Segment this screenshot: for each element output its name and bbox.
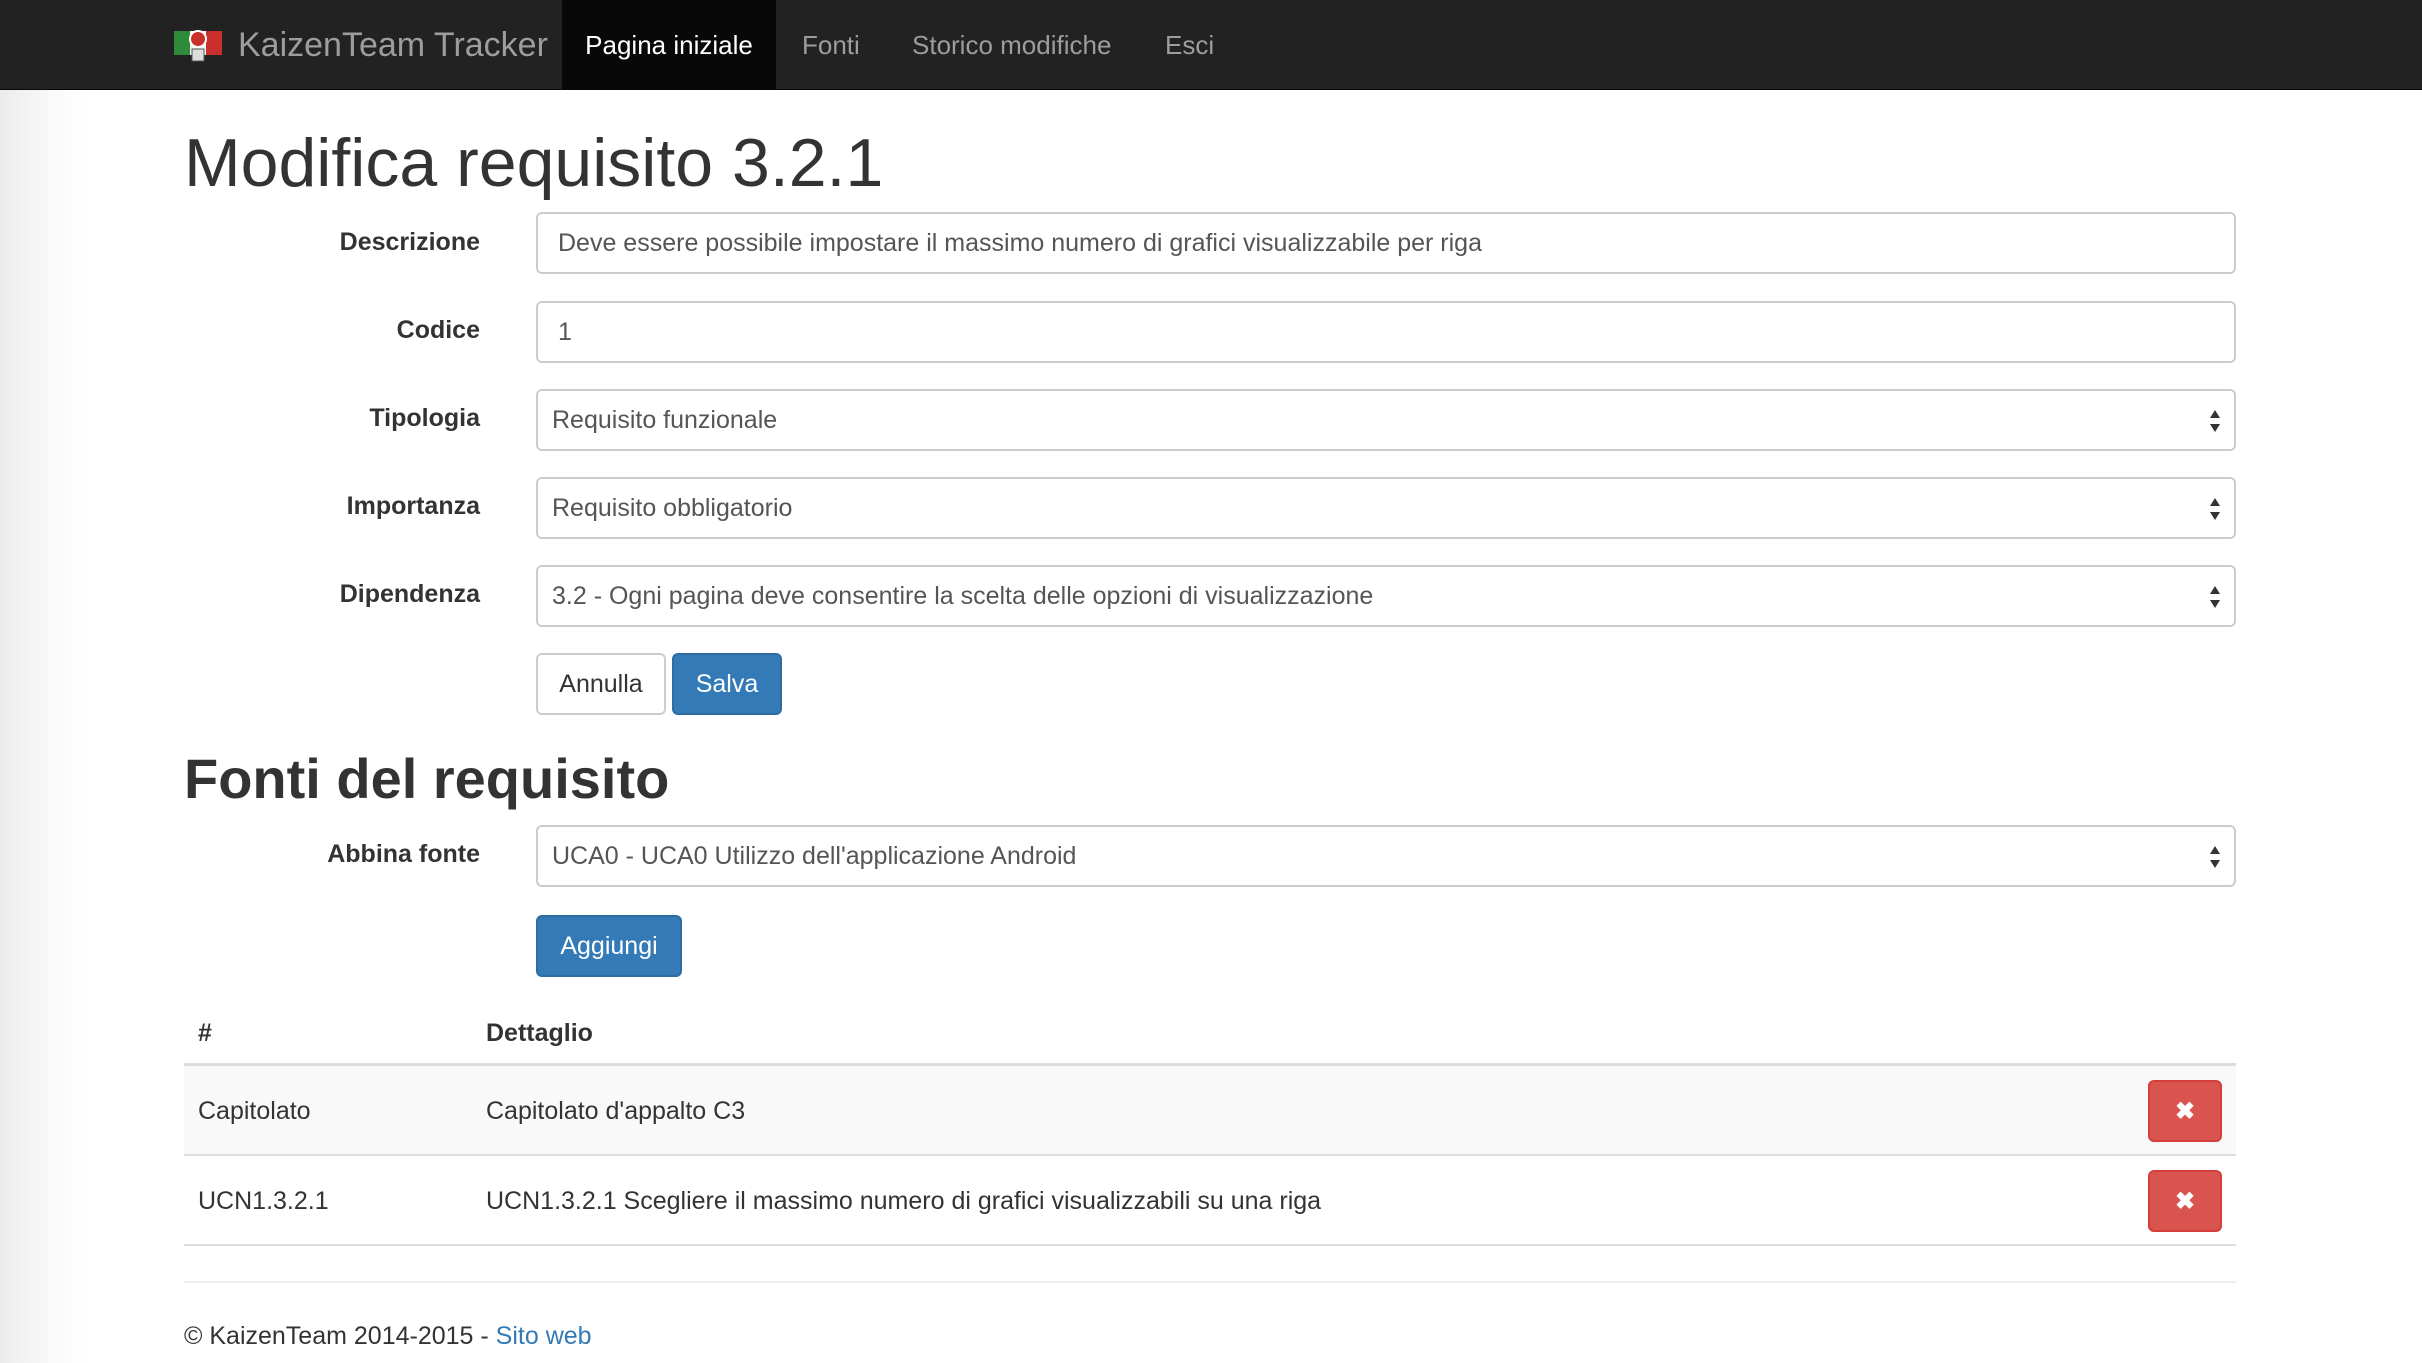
row-detail: UCN1.3.2.1 Scegliere il massimo numero d… bbox=[486, 1187, 1322, 1215]
brand-link[interactable]: KaizenTeam Tracker bbox=[172, 0, 548, 90]
dipendenza-label: Dipendenza bbox=[339, 580, 480, 608]
descrizione-input[interactable]: Deve essere possibile impostare il massi… bbox=[536, 212, 2236, 274]
website-link[interactable]: Sito web bbox=[496, 1322, 592, 1350]
nav-storico-modifiche[interactable]: Storico modifiche bbox=[912, 0, 1111, 90]
fonti-section-title: Fonti del requisito bbox=[184, 747, 670, 810]
dipendenza-value: 3.2 - Ogni pagina deve consentire la sce… bbox=[552, 581, 1374, 610]
page-title: Modifica requisito 3.2.1 bbox=[184, 125, 884, 201]
cancel-button[interactable]: Annulla bbox=[536, 653, 666, 715]
tipologia-value: Requisito funzionale bbox=[552, 405, 778, 434]
table-row: UCN1.3.2.1 UCN1.3.2.1 Scegliere il massi… bbox=[184, 1156, 2236, 1246]
row-detail: Capitolato d'appalto C3 bbox=[486, 1097, 746, 1125]
brand-label: KaizenTeam Tracker bbox=[238, 25, 548, 64]
delete-source-button[interactable]: ✖ bbox=[2148, 1080, 2222, 1142]
nav-esci[interactable]: Esci bbox=[1165, 0, 1214, 90]
left-shadow bbox=[0, 90, 90, 1363]
tipologia-select[interactable]: Requisito funzionale bbox=[536, 389, 2236, 451]
dipendenza-select[interactable]: 3.2 - Ogni pagina deve consentire la sce… bbox=[536, 565, 2236, 627]
footer-copyright: © KaizenTeam 2014-2015 - bbox=[184, 1322, 496, 1350]
row-id: Capitolato bbox=[198, 1097, 311, 1125]
abbina-fonte-select[interactable]: UCA0 - UCA0 Utilizzo dell'applicazione A… bbox=[536, 825, 2236, 887]
save-button[interactable]: Salva bbox=[672, 653, 782, 715]
row-id: UCN1.3.2.1 bbox=[198, 1187, 329, 1215]
table-header-id: # bbox=[198, 1019, 212, 1047]
close-icon: ✖ bbox=[2174, 1097, 2196, 1125]
nav-fonti[interactable]: Fonti bbox=[802, 0, 860, 90]
nav-pagina-iniziale[interactable]: Pagina iniziale bbox=[562, 0, 776, 90]
table-row: Capitolato Capitolato d'appalto C3 ✖ bbox=[184, 1066, 2236, 1156]
codice-input[interactable]: 1 bbox=[536, 301, 2236, 363]
select-arrows-icon bbox=[2210, 498, 2220, 520]
add-source-button[interactable]: Aggiungi bbox=[536, 915, 682, 977]
table-header-dettaglio: Dettaglio bbox=[486, 1019, 593, 1047]
importanza-value: Requisito obbligatorio bbox=[552, 493, 793, 522]
top-navbar: KaizenTeam Tracker Pagina iniziale Fonti… bbox=[0, 0, 2422, 90]
importanza-label: Importanza bbox=[346, 492, 480, 520]
descrizione-label: Descrizione bbox=[339, 228, 480, 256]
delete-source-button[interactable]: ✖ bbox=[2148, 1170, 2222, 1232]
close-icon: ✖ bbox=[2174, 1187, 2196, 1215]
footer-divider bbox=[184, 1281, 2236, 1283]
importanza-select[interactable]: Requisito obbligatorio bbox=[536, 477, 2236, 539]
codice-label: Codice bbox=[396, 316, 480, 344]
select-arrows-icon bbox=[2210, 410, 2220, 432]
kaizen-logo-icon bbox=[174, 30, 222, 62]
tipologia-label: Tipologia bbox=[369, 404, 480, 432]
abbina-fonte-label: Abbina fonte bbox=[327, 840, 480, 868]
abbina-fonte-value: UCA0 - UCA0 Utilizzo dell'applicazione A… bbox=[552, 841, 1077, 870]
select-arrows-icon bbox=[2210, 586, 2220, 608]
codice-value: 1 bbox=[558, 317, 572, 346]
footer: © KaizenTeam 2014-2015 - Sito web bbox=[184, 1318, 592, 1354]
select-arrows-icon bbox=[2210, 846, 2220, 868]
descrizione-value: Deve essere possibile impostare il massi… bbox=[558, 228, 1482, 257]
